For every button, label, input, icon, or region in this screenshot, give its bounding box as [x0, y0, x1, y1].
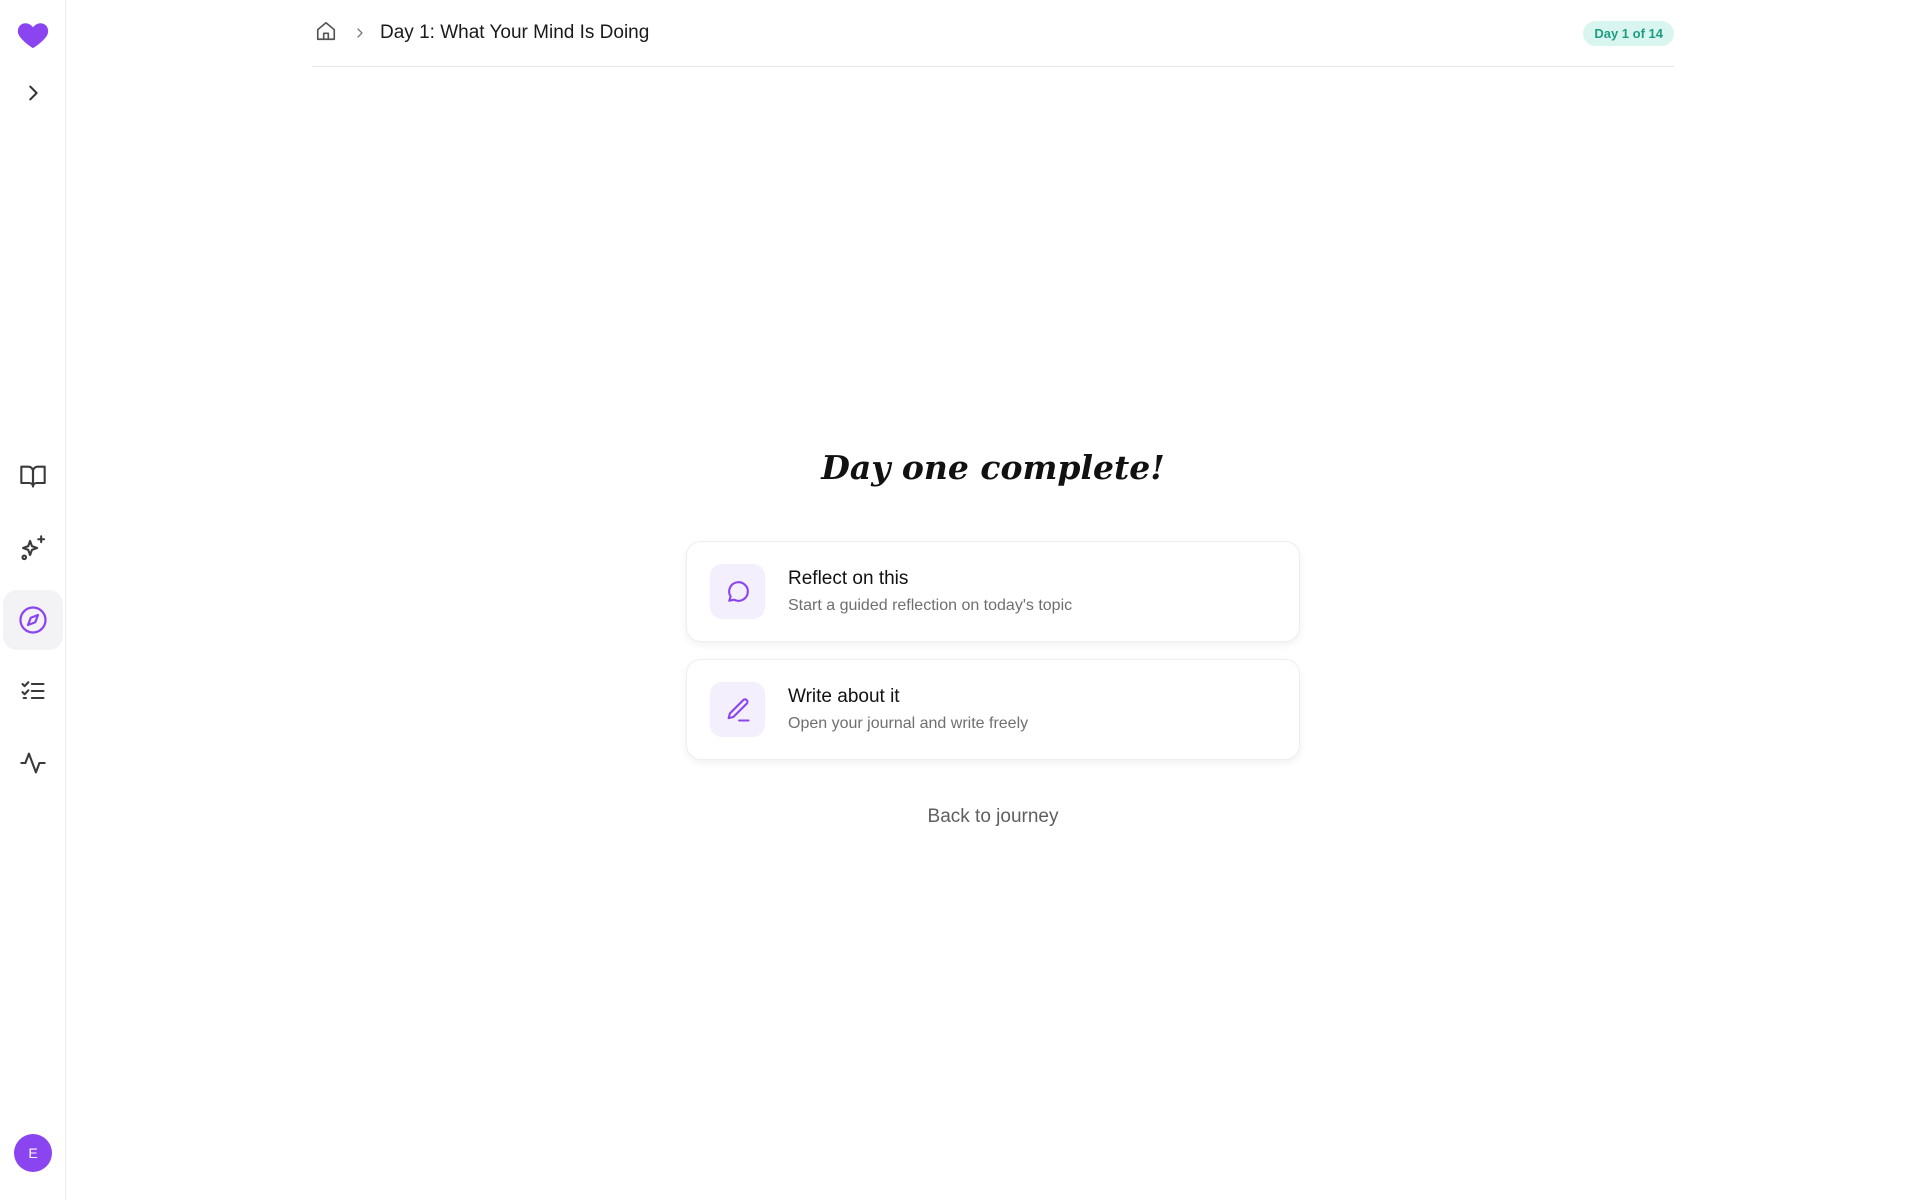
- message-circle-icon: [710, 564, 765, 619]
- card-subtitle: Start a guided reflection on today's top…: [788, 597, 1073, 614]
- card-title: Write about it: [788, 686, 900, 707]
- home-button[interactable]: [314, 21, 338, 45]
- compass-icon: [18, 605, 48, 635]
- write-card[interactable]: Write about it Open your journal and wri…: [686, 659, 1300, 760]
- card-subtitle: Open your journal and write freely: [788, 715, 1029, 732]
- activity-icon: [19, 749, 47, 777]
- card-title: Reflect on this: [788, 568, 909, 589]
- app-window: E Day 1: What Your Mind Is Doing Day 1 o…: [0, 0, 1920, 1200]
- chevron-right-icon: [22, 82, 44, 104]
- day-progress-badge: Day 1 of 14: [1583, 20, 1674, 46]
- sidebar: E: [0, 0, 66, 1200]
- list-checks-icon: [19, 677, 47, 705]
- completion-heading: Day one complete!: [821, 448, 1165, 487]
- page-title: Day 1: What Your Mind Is Doing: [380, 22, 650, 43]
- sidebar-item-activity[interactable]: [3, 733, 63, 793]
- book-open-icon: [19, 462, 47, 490]
- expand-sidebar-button[interactable]: [3, 63, 63, 123]
- reflect-card[interactable]: Reflect on this Start a guided reflectio…: [686, 541, 1300, 642]
- sidebar-item-explore[interactable]: [3, 590, 63, 650]
- header: Day 1: What Your Mind Is Doing Day 1 of …: [312, 0, 1674, 67]
- back-to-journey-link[interactable]: Back to journey: [686, 806, 1300, 828]
- sidebar-item-tasks[interactable]: [3, 661, 63, 721]
- sparkles-icon: [19, 534, 47, 562]
- pen-icon: [710, 682, 765, 737]
- chevron-right-icon: [354, 27, 366, 39]
- logo-heart-icon[interactable]: [3, 4, 63, 64]
- avatar[interactable]: E: [14, 1134, 52, 1172]
- avatar-initial: E: [28, 1145, 38, 1161]
- home-icon: [315, 20, 337, 47]
- sidebar-item-journal[interactable]: [3, 446, 63, 506]
- sidebar-item-sparkles[interactable]: [3, 518, 63, 578]
